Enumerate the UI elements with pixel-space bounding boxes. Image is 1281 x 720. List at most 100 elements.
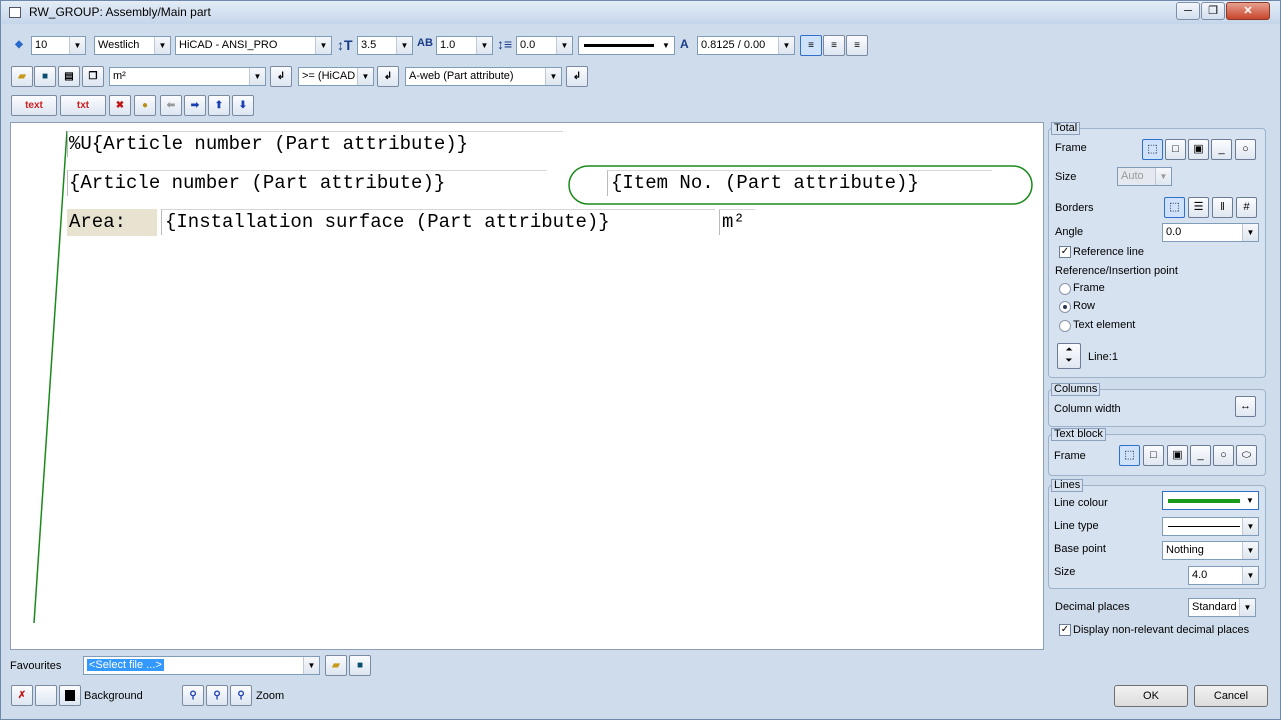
- paste-icon[interactable]: ▤: [58, 66, 80, 87]
- favourites-select[interactable]: <Select file ...> ▼: [83, 656, 320, 675]
- chevron-down-icon[interactable]: ▼: [154, 37, 170, 54]
- frame-none-button[interactable]: ⬚: [1142, 139, 1163, 160]
- layer-icon[interactable]: ◆: [9, 35, 29, 56]
- close-button[interactable]: ✕: [1226, 2, 1270, 20]
- chevron-down-icon[interactable]: ▼: [1239, 599, 1255, 616]
- properties-icon[interactable]: ●: [134, 95, 156, 116]
- chevron-down-icon[interactable]: ▼: [545, 68, 561, 85]
- text-button[interactable]: text: [11, 95, 57, 116]
- background-white-button[interactable]: [35, 685, 57, 706]
- chevron-down-icon[interactable]: ▼: [1242, 492, 1258, 509]
- tb-frame-box-button[interactable]: □: [1143, 445, 1164, 466]
- font-name-select[interactable]: Westlich ▼: [94, 36, 171, 55]
- chevron-down-icon[interactable]: ▼: [396, 37, 412, 54]
- base-point-select[interactable]: Nothing ▼: [1162, 541, 1259, 560]
- tb-frame-circle-button[interactable]: ○: [1213, 445, 1234, 466]
- insert-operator-button[interactable]: ↲: [377, 66, 399, 87]
- align-right-button[interactable]: ≡: [846, 35, 868, 56]
- chevron-down-icon[interactable]: ▼: [658, 37, 674, 54]
- zoom-out-icon[interactable]: ⚲: [206, 685, 228, 706]
- frame-double-button[interactable]: ▣: [1188, 139, 1209, 160]
- radio-row[interactable]: [1059, 301, 1071, 313]
- attribute-select[interactable]: A-web (Part attribute) ▼: [405, 67, 562, 86]
- tb-frame-none-button[interactable]: ⬚: [1119, 445, 1140, 466]
- borders-vertical-button[interactable]: ‖: [1212, 197, 1233, 218]
- lines-size-select[interactable]: 4.0 ▼: [1188, 566, 1259, 585]
- reference-line-checkbox[interactable]: ✓: [1059, 246, 1071, 258]
- background-black-button[interactable]: [59, 685, 81, 706]
- chevron-down-icon[interactable]: ▼: [556, 37, 572, 54]
- text-editor-canvas[interactable]: %U{Article number (Part attribute)} {Art…: [10, 122, 1044, 650]
- size-select[interactable]: Auto ▼: [1117, 167, 1172, 186]
- chevron-down-icon[interactable]: ▼: [476, 37, 492, 54]
- tb-frame-oval-button[interactable]: ⬭: [1236, 445, 1257, 466]
- delete-icon[interactable]: ✖: [109, 95, 131, 116]
- cancel-button[interactable]: Cancel: [1194, 685, 1268, 707]
- save-icon[interactable]: ■: [34, 66, 56, 87]
- copy-icon[interactable]: ❐: [82, 66, 104, 87]
- size-value: Auto: [1121, 170, 1144, 182]
- borders-grid-button[interactable]: #: [1236, 197, 1257, 218]
- arrow-right-icon[interactable]: ➡: [184, 95, 206, 116]
- insert-unit-button[interactable]: ↲: [270, 66, 292, 87]
- row2-article-text[interactable]: {Article number (Part attribute)}: [69, 172, 445, 194]
- decimal-places-select[interactable]: Standard ▼: [1188, 598, 1256, 617]
- chevron-down-icon[interactable]: ▼: [1242, 224, 1258, 241]
- minimize-button[interactable]: ─: [1176, 2, 1200, 20]
- font-size-select[interactable]: 10 ▼: [31, 36, 86, 55]
- chevron-down-icon[interactable]: ▼: [249, 68, 265, 85]
- text-height-select[interactable]: 3.5 ▼: [357, 36, 413, 55]
- arrow-up-icon[interactable]: ⬆: [208, 95, 230, 116]
- favourites-open-icon[interactable]: ▰: [325, 655, 347, 676]
- background-delete-icon[interactable]: ✗: [11, 685, 33, 706]
- zoom-fit-icon[interactable]: ⚲: [230, 685, 252, 706]
- line-type-select[interactable]: ▼: [1162, 517, 1259, 536]
- favourites-save-icon[interactable]: ■: [349, 655, 371, 676]
- standard-select[interactable]: HiCAD - ANSI_PRO ▼: [175, 36, 332, 55]
- chevron-down-icon[interactable]: ▼: [1155, 168, 1171, 185]
- column-width-icon[interactable]: ↔: [1235, 396, 1256, 417]
- radio-text-element[interactable]: [1059, 320, 1071, 332]
- borders-none-button[interactable]: ⬚: [1164, 197, 1185, 218]
- operator-select[interactable]: >= (HiCAD ▼: [298, 67, 374, 86]
- align-center-button[interactable]: ≡: [823, 35, 845, 56]
- arrow-down-icon[interactable]: ⬇: [232, 95, 254, 116]
- align-left-button[interactable]: ≡: [800, 35, 822, 56]
- row3-unit-text[interactable]: m²: [722, 211, 745, 233]
- frame-box-button[interactable]: □: [1165, 139, 1186, 160]
- borders-horizontal-button[interactable]: ☰: [1188, 197, 1209, 218]
- line-stepper-icon[interactable]: ⏶ ⏷: [1057, 343, 1081, 369]
- char-spacing-select[interactable]: 0.8125 / 0.00 ▼: [697, 36, 795, 55]
- line-colour-select[interactable]: ▼: [1162, 491, 1259, 510]
- chevron-down-icon[interactable]: ▼: [778, 37, 794, 54]
- chevron-down-icon[interactable]: ▼: [303, 657, 319, 674]
- row3-area-label[interactable]: Area:: [69, 211, 126, 233]
- chevron-down-icon[interactable]: ▼: [357, 68, 373, 85]
- frame-underline-button[interactable]: _: [1211, 139, 1232, 160]
- chevron-down-icon[interactable]: ▼: [69, 37, 85, 54]
- restore-button[interactable]: ❐: [1201, 2, 1225, 20]
- insert-attribute-button[interactable]: ↲: [566, 66, 588, 87]
- width-ratio-select[interactable]: 1.0 ▼: [436, 36, 493, 55]
- unit-select[interactable]: m² ▼: [109, 67, 266, 86]
- line-spacing-select[interactable]: 0.0 ▼: [516, 36, 573, 55]
- frame-circle-button[interactable]: ○: [1235, 139, 1256, 160]
- chevron-down-icon[interactable]: ▼: [1242, 518, 1258, 535]
- chevron-down-icon[interactable]: ▼: [1242, 567, 1258, 584]
- row1-text[interactable]: %U{Article number (Part attribute)}: [69, 133, 468, 155]
- ok-button[interactable]: OK: [1114, 685, 1188, 707]
- tb-frame-underline-button[interactable]: _: [1190, 445, 1211, 466]
- chevron-down-icon[interactable]: ▼: [315, 37, 331, 54]
- zoom-in-icon[interactable]: ⚲: [182, 685, 204, 706]
- arrow-left-icon[interactable]: ⬅: [160, 95, 182, 116]
- angle-select[interactable]: 0.0 ▼: [1162, 223, 1259, 242]
- row3-value-text[interactable]: {Installation surface (Part attribute)}: [165, 211, 610, 233]
- row2-item-text[interactable]: {Item No. (Part attribute)}: [611, 172, 919, 194]
- line-style-select[interactable]: ▼: [578, 36, 675, 55]
- chevron-down-icon[interactable]: ▼: [1242, 542, 1258, 559]
- txt-button[interactable]: txt: [60, 95, 106, 116]
- open-folder-icon[interactable]: ▰: [11, 66, 33, 87]
- radio-frame[interactable]: [1059, 283, 1071, 295]
- display-decimal-checkbox[interactable]: ✓: [1059, 624, 1071, 636]
- tb-frame-double-button[interactable]: ▣: [1167, 445, 1188, 466]
